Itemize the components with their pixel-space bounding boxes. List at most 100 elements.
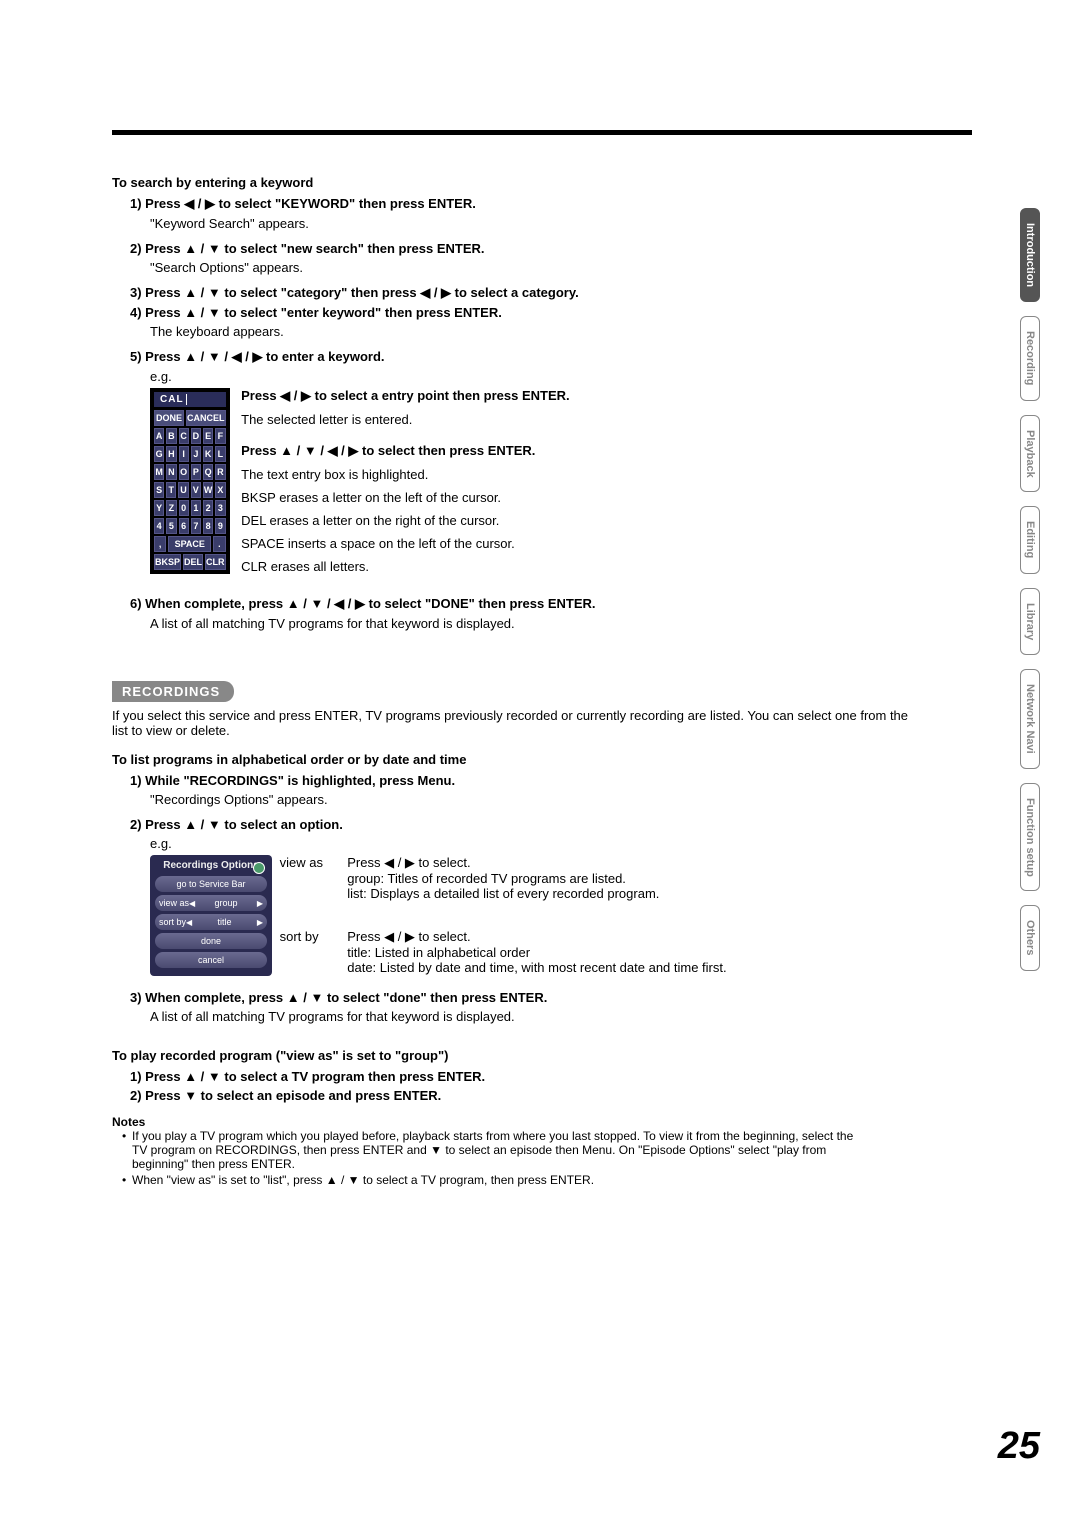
tab-recording[interactable]: Recording [1020, 316, 1040, 400]
kb-del[interactable]: DEL [183, 554, 203, 570]
recordings-options-help: view as Press ◀ / ▶ to select. group: Ti… [280, 855, 727, 975]
section-tabs: Introduction Recording Playback Editing … [1020, 208, 1042, 985]
kb-key-y[interactable]: Y [154, 500, 164, 516]
kb-key-r[interactable]: R [215, 464, 225, 480]
ro-view-as[interactable]: view as◀group▶ [155, 895, 267, 911]
ro-sortby-title: title: Listed in alphabetical order [347, 945, 726, 960]
ro-sortby-label: sort by [280, 929, 344, 944]
ro-cancel[interactable]: cancel [155, 952, 267, 968]
kb-key-h[interactable]: H [166, 446, 176, 462]
kb-key-q[interactable]: Q [203, 464, 213, 480]
tvguide-logo-icon [253, 862, 265, 874]
step-3: 3) Press ▲ / ▼ to select "category" then… [130, 285, 862, 301]
kb-space[interactable]: SPACE [168, 536, 211, 552]
kb-key-7[interactable]: 7 [191, 518, 201, 534]
kb-bksp[interactable]: BKSP [154, 554, 181, 570]
list-heading: To list programs in alphabetical order o… [112, 752, 862, 767]
kb-key-b[interactable]: B [166, 428, 176, 444]
note-1: If you play a TV program which you playe… [122, 1129, 862, 1171]
search-heading: To search by entering a keyword [112, 175, 862, 190]
kb-help-keys-b: Press ▲ / ▼ / ◀ / ▶ to select then press… [241, 443, 569, 459]
step-1: 1) Press ◀ / ▶ to select "KEYWORD" then … [130, 196, 862, 212]
kb-key-t[interactable]: T [166, 482, 176, 498]
rec-step-2: 2) Press ▲ / ▼ to select an option. [130, 817, 862, 832]
kb-key-o[interactable]: O [179, 464, 189, 480]
kb-help-space: SPACE inserts a space on the left of the… [241, 536, 569, 551]
ro-title: Recordings Options [155, 860, 267, 871]
ro-viewas-group: group: Titles of recorded TV programs ar… [347, 871, 659, 886]
tab-function-setup[interactable]: Function setup [1020, 783, 1040, 892]
step-2: 2) Press ▲ / ▼ to select "new search" th… [130, 241, 862, 256]
kb-key-p[interactable]: P [191, 464, 201, 480]
keyboard-help: Press ◀ / ▶ to select a entry point then… [241, 388, 569, 582]
kb-key-6[interactable]: 6 [179, 518, 189, 534]
ro-service-bar[interactable]: go to Service Bar [155, 876, 267, 892]
kb-key-i[interactable]: I [179, 446, 189, 462]
kb-key-s[interactable]: S [154, 482, 164, 498]
step-2-sub: "Search Options" appears. [150, 260, 862, 275]
kb-key-f[interactable]: F [215, 428, 225, 444]
ro-viewas-list: list: Displays a detailed list of every … [347, 886, 659, 901]
kb-cancel[interactable]: CANCEL [186, 410, 226, 426]
step-4: 4) Press ▲ / ▼ to select "enter keyword"… [130, 305, 862, 320]
kb-help-del: DEL erases a letter on the right of the … [241, 513, 569, 528]
kb-key-j[interactable]: J [191, 446, 201, 462]
kb-help-keys-t: The text entry box is highlighted. [241, 467, 569, 482]
tab-others[interactable]: Others [1020, 905, 1040, 970]
kb-period[interactable]: . [213, 536, 225, 552]
kb-key-m[interactable]: M [154, 464, 164, 480]
kb-key-8[interactable]: 8 [203, 518, 213, 534]
ro-sort-by[interactable]: sort by◀title▶ [155, 914, 267, 930]
keyboard-figure: CAL DONE CANCEL ABCDEF GHIJKL MNOPQR STUVWX… [150, 388, 862, 582]
kb-key-c[interactable]: C [179, 428, 189, 444]
header-divider [112, 130, 972, 135]
step-6-sub: A list of all matching TV programs for t… [150, 616, 862, 631]
kb-key-z[interactable]: Z [166, 500, 176, 516]
kb-comma[interactable]: , [154, 536, 166, 552]
kb-key-1[interactable]: 1 [191, 500, 201, 516]
page-number: 25 [998, 1425, 1040, 1468]
recordings-options-panel: Recordings Options go to Service Bar vie… [150, 855, 272, 976]
kb-key-5[interactable]: 5 [166, 518, 176, 534]
notes-list: If you play a TV program which you playe… [122, 1129, 862, 1187]
ro-sortby-press: Press ◀ / ▶ to select. [347, 929, 726, 945]
kb-key-9[interactable]: 9 [215, 518, 225, 534]
tab-introduction[interactable]: Introduction [1020, 208, 1040, 302]
kb-clr[interactable]: CLR [205, 554, 226, 570]
eg-label: e.g. [150, 369, 862, 384]
kb-key-3[interactable]: 3 [215, 500, 225, 516]
play-step-2: 2) Press ▼ to select an episode and pres… [130, 1088, 862, 1103]
notes-heading: Notes [112, 1115, 862, 1129]
ro-viewas-label: view as [280, 855, 344, 870]
tab-library[interactable]: Library [1020, 588, 1040, 655]
kb-key-a[interactable]: A [154, 428, 164, 444]
kb-key-l[interactable]: L [215, 446, 225, 462]
kb-key-d[interactable]: D [191, 428, 201, 444]
recordings-intro: If you select this service and press ENT… [112, 708, 912, 738]
tab-editing[interactable]: Editing [1020, 506, 1040, 573]
ro-done[interactable]: done [155, 933, 267, 949]
kb-done[interactable]: DONE [154, 410, 184, 426]
kb-key-k[interactable]: K [203, 446, 213, 462]
recordings-header: RECORDINGS [112, 681, 234, 702]
rec-eg: e.g. [150, 836, 862, 851]
kb-key-n[interactable]: N [166, 464, 176, 480]
kb-key-4[interactable]: 4 [154, 518, 164, 534]
kb-key-g[interactable]: G [154, 446, 164, 462]
kb-key-u[interactable]: U [178, 482, 188, 498]
kb-key-w[interactable]: W [203, 482, 214, 498]
kb-help-entry-b: Press ◀ / ▶ to select a entry point then… [241, 388, 569, 404]
onscreen-keyboard: CAL DONE CANCEL ABCDEF GHIJKL MNOPQR STUVWX… [150, 388, 230, 574]
ro-viewas-press: Press ◀ / ▶ to select. [347, 855, 659, 871]
rec-step-1: 1) While "RECORDINGS" is highlighted, pr… [130, 773, 862, 788]
keyboard-entry-field: CAL [154, 392, 226, 407]
kb-key-2[interactable]: 2 [203, 500, 213, 516]
step-5: 5) Press ▲ / ▼ / ◀ / ▶ to enter a keywor… [130, 349, 862, 365]
tab-playback[interactable]: Playback [1020, 415, 1040, 493]
play-step-1: 1) Press ▲ / ▼ to select a TV program th… [130, 1069, 862, 1084]
tab-network-navi[interactable]: Network Navi [1020, 669, 1040, 769]
kb-key-0[interactable]: 0 [179, 500, 189, 516]
kb-key-v[interactable]: V [191, 482, 201, 498]
kb-key-e[interactable]: E [203, 428, 213, 444]
kb-key-x[interactable]: X [215, 482, 225, 498]
